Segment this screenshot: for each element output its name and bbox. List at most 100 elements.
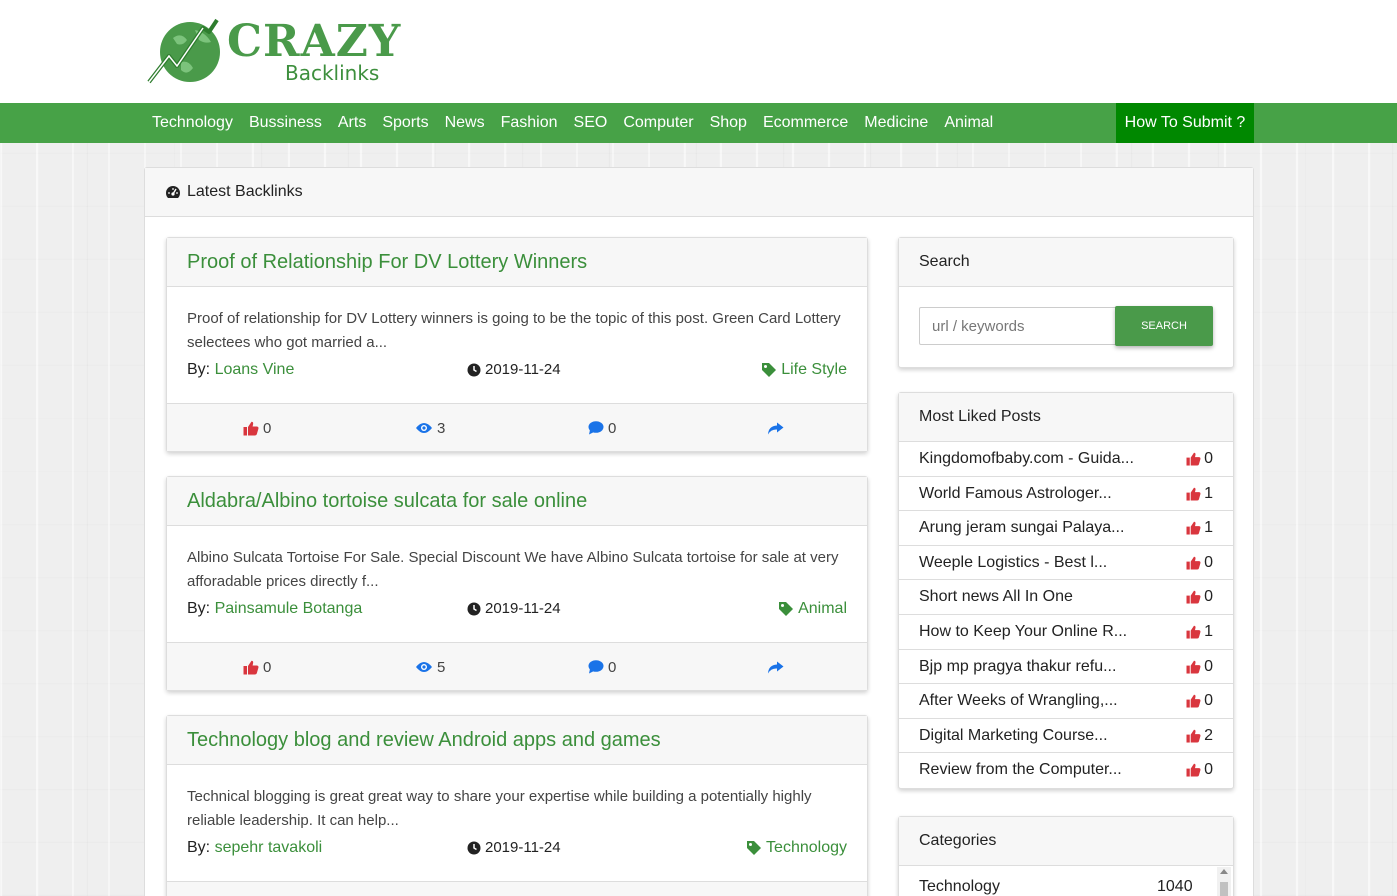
post-card: Aldabra/Albino tortoise sulcata for sale… [166,476,868,691]
nav-item-arts[interactable]: Arts [338,103,366,143]
like-count: 1 [1204,484,1213,502]
list-item[interactable]: Technology 1040 [899,866,1233,896]
search-button[interactable]: SEARCH [1115,306,1213,346]
comment-button[interactable]: 0 [588,404,616,452]
post-excerpt: Technical blogging is great great way to… [187,788,812,829]
liked-post-title: Digital Marketing Course... [919,726,1108,744]
main-panel: Latest Backlinks Proof of Relationship F… [144,167,1254,896]
post-excerpt: Proof of relationship for DV Lottery win… [187,310,841,351]
clock-icon [467,602,481,615]
scroll-thumb[interactable] [1220,882,1228,896]
thumbs-up-icon [243,660,259,674]
list-item[interactable]: Arung jeram sungai Palaya... 1 [899,511,1233,546]
list-item[interactable]: Kingdomofbaby.com - Guida... 0 [899,442,1233,477]
list-item[interactable]: Weeple Logistics - Best l... 0 [899,546,1233,581]
by-label: By: [187,600,211,617]
category-count: 1040 [1157,878,1193,895]
post-title[interactable]: Aldabra/Albino tortoise sulcata for sale… [167,477,867,526]
comment-count: 0 [608,658,617,676]
post-author: By: Loans Vine [187,361,294,379]
nav-item-ecommerce[interactable]: Ecommerce [763,103,848,143]
list-item[interactable]: World Famous Astrologer... 1 [899,477,1233,512]
logo-wordmark: CRAZY [227,16,402,67]
share-button[interactable] [767,643,788,691]
thumbs-up-icon [243,421,259,435]
comment-button[interactable]: 0 [588,643,616,691]
site-logo[interactable]: CRAZY Backlinks [147,18,400,86]
like-button[interactable]: 0 [243,882,271,896]
nav-item-sports[interactable]: Sports [382,103,428,143]
how-to-submit-button[interactable]: How To Submit ? [1116,103,1254,143]
like-count: 1 [1204,622,1213,640]
author-link[interactable]: Painsamule Botanga [215,600,363,617]
post-card: Proof of Relationship For DV Lottery Win… [166,237,868,452]
view-count: 5 [437,658,446,676]
categories-title: Categories [899,817,1233,866]
post-date: 2019-11-24 [467,361,561,378]
list-item[interactable]: How to Keep Your Online R... 1 [899,615,1233,650]
scroll-up-arrow-icon[interactable] [1220,869,1228,874]
tag-icon [779,602,794,616]
post-title[interactable]: Technology blog and review Android apps … [167,716,867,765]
liked-post-title: Weeple Logistics - Best l... [919,553,1108,571]
thumbs-up-icon [1186,591,1201,604]
post-category[interactable]: Life Style [761,361,847,379]
post-category[interactable]: Animal [778,600,847,618]
logo-subtitle: Backlinks [285,61,380,85]
liked-post-title: Review from the Computer... [919,761,1122,779]
nav-item-medicine[interactable]: Medicine [864,103,928,143]
search-input[interactable] [919,307,1117,345]
post-title[interactable]: Proof of Relationship For DV Lottery Win… [167,238,867,287]
site-header: CRAZY Backlinks [0,0,1397,103]
like-count: 0 [1204,761,1213,779]
tag-icon [762,363,777,377]
nav-item-animal[interactable]: Animal [944,103,993,143]
globe-arrow-logo-icon [147,18,220,84]
post-author: By: sepehr tavakoli [187,839,322,857]
nav-item-fashion[interactable]: Fashion [501,103,558,143]
nav-item-seo[interactable]: SEO [574,103,608,143]
categories-scrollbar[interactable] [1217,867,1231,896]
post-category[interactable]: Technology [746,839,847,857]
share-button[interactable] [767,404,788,452]
like-button[interactable]: 0 [243,643,271,691]
liked-post-likes: 0 [1186,580,1213,614]
main-nav: Technology Bussiness Arts Sports News Fa… [0,103,1397,143]
nav-item-computer[interactable]: Computer [623,103,693,143]
thumbs-up-icon [1186,556,1201,570]
nav-item-news[interactable]: News [445,103,485,143]
list-item[interactable]: Digital Marketing Course... 2 [899,719,1233,754]
list-item[interactable]: Review from the Computer... 0 [899,753,1233,788]
list-item[interactable]: After Weeks of Wrangling,... 0 [899,684,1233,719]
author-link[interactable]: Loans Vine [215,361,295,378]
like-count: 0 [1204,450,1213,467]
like-count: 0 [1204,553,1213,571]
page-title: Latest Backlinks [187,183,303,200]
view-count-item: 5 [415,643,445,691]
thumbs-up-icon [1186,625,1201,639]
list-item[interactable]: Short news All In One 0 [899,580,1233,615]
comment-icon [588,660,604,674]
post-card: Technology blog and review Android apps … [166,715,868,896]
liked-post-likes: 0 [1186,684,1213,718]
most-liked-list: Kingdomofbaby.com - Guida... 0 World Famo… [899,442,1233,788]
liked-post-title: Short news All In One [919,588,1073,606]
comment-icon [588,421,604,435]
author-link[interactable]: sepehr tavakoli [215,839,323,856]
nav-item-bussiness[interactable]: Bussiness [249,103,322,143]
like-button[interactable]: 0 [243,404,271,452]
list-item[interactable]: Bjp mp pragya thakur refu... 0 [899,650,1233,685]
liked-post-likes: 0 [1186,442,1213,476]
thumbs-up-icon [1186,729,1201,743]
categories-widget: Categories Technology 1040 [898,816,1234,896]
share-button[interactable] [767,882,788,896]
nav-item-shop[interactable]: Shop [710,103,747,143]
category-label: Life Style [781,361,847,378]
like-count: 1 [1204,519,1213,537]
most-liked-widget: Most Liked Posts Kingdomofbaby.com - Gui… [898,392,1234,789]
nav-item-technology[interactable]: Technology [152,103,233,143]
search-widget-title: Search [899,238,1233,287]
post-date: 2019-11-24 [467,839,561,856]
comment-button[interactable]: 0 [588,882,616,896]
clock-icon [467,841,481,854]
